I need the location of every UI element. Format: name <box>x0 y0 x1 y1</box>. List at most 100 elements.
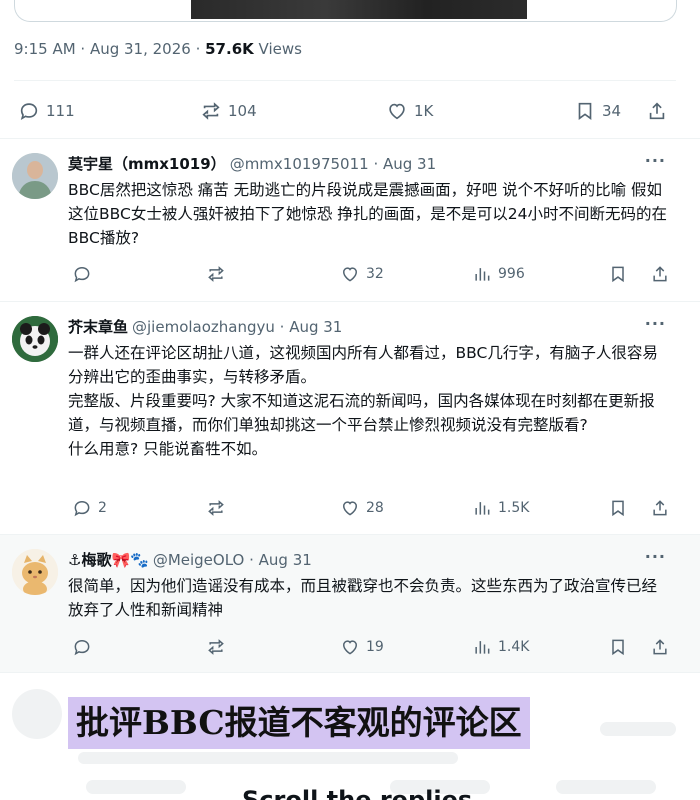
reply-icon <box>74 639 90 656</box>
share-button[interactable] <box>650 632 676 662</box>
reply-item[interactable]: 莫宇星（mmx1019） @mmx101975011 · Aug 31 ··· B… <box>0 139 700 301</box>
post-timestamp-line: 9:15 AM · Aug 31, 2026 · 57.6K Views <box>14 40 302 58</box>
repost-icon <box>208 500 224 516</box>
reply-header: 芥末章鱼 @jiemolaozhangyu · Aug 31 <box>68 316 342 337</box>
reply-count: 111 <box>46 102 75 120</box>
like-count: 32 <box>366 266 384 282</box>
skeleton-line <box>556 780 656 794</box>
reply-actions: 19 1.4K <box>60 632 680 662</box>
bookmark-button[interactable] <box>608 259 634 289</box>
repost-button[interactable] <box>206 259 232 289</box>
author-meta: @mmx101975011 · Aug 31 <box>229 155 437 173</box>
views-count: 996 <box>498 266 525 282</box>
share-button[interactable] <box>650 259 676 289</box>
views-button[interactable]: 1.5K <box>472 493 529 523</box>
bookmark-icon <box>578 102 592 120</box>
author-name[interactable]: ⚓梅歌🎀🐾 <box>68 551 149 569</box>
reply-button[interactable] <box>72 632 98 662</box>
share-button[interactable] <box>650 493 676 523</box>
media-card[interactable] <box>14 0 677 22</box>
author-meta: @MeigeOLO · Aug 31 <box>152 551 312 569</box>
views-count: 1.5K <box>498 500 530 516</box>
reply-icon <box>74 500 90 517</box>
repost-count: 104 <box>228 102 257 120</box>
repost-button[interactable] <box>206 493 232 523</box>
like-count: 19 <box>366 639 384 655</box>
views-button[interactable]: 996 <box>472 259 525 289</box>
avatar[interactable] <box>12 316 58 362</box>
avatar[interactable] <box>12 549 58 595</box>
bookmark-button[interactable]: 34 <box>574 92 621 130</box>
share-button[interactable] <box>646 92 674 130</box>
repost-button[interactable] <box>206 632 232 662</box>
skeleton-avatar <box>12 689 62 739</box>
share-icon <box>653 266 667 282</box>
share-icon <box>653 639 667 655</box>
reply-header: ⚓梅歌🎀🐾 @MeigeOLO · Aug 31 <box>68 549 312 570</box>
like-button[interactable]: 1K <box>386 92 433 130</box>
heart-icon <box>342 640 358 655</box>
author-meta: @jiemolaozhangyu · Aug 31 <box>132 318 343 336</box>
repost-icon <box>208 266 224 282</box>
skeleton-line <box>600 722 676 736</box>
reply-paragraph: 什么用意? 只能说畜牲不如。 <box>68 440 268 458</box>
views-count: 1.4K <box>498 639 530 655</box>
bookmark-button[interactable] <box>608 493 634 523</box>
reply-paragraph: BBC居然把这惊恐 痛苦 无助逃亡的片段说成是震撼画面，好吧 说个不好听的比喻 … <box>68 181 667 247</box>
reply-header: 莫宇星（mmx1019） @mmx101975011 · Aug 31 <box>68 153 436 174</box>
skeleton-line <box>78 752 458 764</box>
reply-text: 一群人还在评论区胡扯八道，这视频国内所有人都看过，BBC几行字，有脑子人很容易分… <box>68 341 668 461</box>
divider <box>0 672 700 673</box>
share-icon <box>649 102 665 120</box>
divider <box>14 80 676 81</box>
reply-paragraph: 一群人还在评论区胡扯八道，这视频国内所有人都看过，BBC几行字，有脑子人很容易分… <box>68 344 658 386</box>
reply-icon <box>20 103 38 121</box>
more-options-icon[interactable]: ··· <box>645 547 666 566</box>
reply-button[interactable] <box>72 259 98 289</box>
reply-item[interactable]: 芥末章鱼 @jiemolaozhangyu · Aug 31 ··· 一群人还在评… <box>0 302 700 534</box>
heart-icon <box>342 501 358 516</box>
scroll-replies-label: Scroll the replies <box>242 786 473 800</box>
reply-actions: 2 28 1.5K <box>60 493 680 523</box>
analytics-icon <box>475 268 490 281</box>
share-icon <box>653 500 667 516</box>
repost-button[interactable]: 104 <box>200 92 257 130</box>
reply-icon <box>74 266 90 283</box>
repost-icon <box>208 639 224 655</box>
like-button[interactable]: 19 <box>340 632 384 662</box>
overlay-caption: 批评BBC报道不客观的评论区 <box>68 697 530 749</box>
like-count: 1K <box>414 102 434 120</box>
repost-icon <box>202 102 220 120</box>
bookmark-button[interactable] <box>608 632 634 662</box>
reply-button[interactable]: 111 <box>18 92 75 130</box>
more-options-icon[interactable]: ··· <box>645 151 666 170</box>
reply-text: 很简单，因为他们造谣没有成本，而且被戳穿也不会负责。这些东西为了政治宣传已经放弃… <box>68 574 668 622</box>
reply-text: BBC居然把这惊恐 痛苦 无助逃亡的片段说成是震撼画面，好吧 说个不好听的比喻 … <box>68 178 668 250</box>
reply-count: 2 <box>98 500 107 516</box>
like-button[interactable]: 28 <box>340 493 384 523</box>
bookmark-icon <box>612 266 624 283</box>
more-options-icon[interactable]: ··· <box>645 314 666 333</box>
analytics-icon <box>475 641 490 654</box>
like-button[interactable]: 32 <box>340 259 384 289</box>
reply-item[interactable]: ⚓梅歌🎀🐾 @MeigeOLO · Aug 31 ··· 很简单，因为他们造谣没有… <box>0 535 700 672</box>
views-count: 57.6K <box>205 40 254 58</box>
views-button[interactable]: 1.4K <box>472 632 529 662</box>
bookmark-icon <box>612 500 624 517</box>
heart-icon <box>389 103 405 120</box>
reply-button[interactable]: 2 <box>72 493 107 523</box>
author-name[interactable]: 莫宇星（mmx1019） <box>68 155 226 173</box>
analytics-icon <box>475 502 490 515</box>
skeleton-line <box>86 780 186 794</box>
avatar[interactable] <box>12 153 58 199</box>
like-count: 28 <box>366 500 384 516</box>
author-name[interactable]: 芥末章鱼 <box>68 318 128 336</box>
views-label: Views <box>253 40 302 58</box>
heart-icon <box>342 267 358 282</box>
post-stats-bar: 111 104 1K 34 <box>14 92 674 130</box>
reply-actions: 32 996 <box>60 259 680 289</box>
post-media-image[interactable] <box>191 0 527 19</box>
reply-paragraph: 完整版、片段重要吗? 大家不知道这泥石流的新闻吗，国内各媒体现在时刻都在更新报道… <box>68 392 655 434</box>
bookmark-icon <box>612 639 624 656</box>
bookmark-count: 34 <box>602 102 622 120</box>
